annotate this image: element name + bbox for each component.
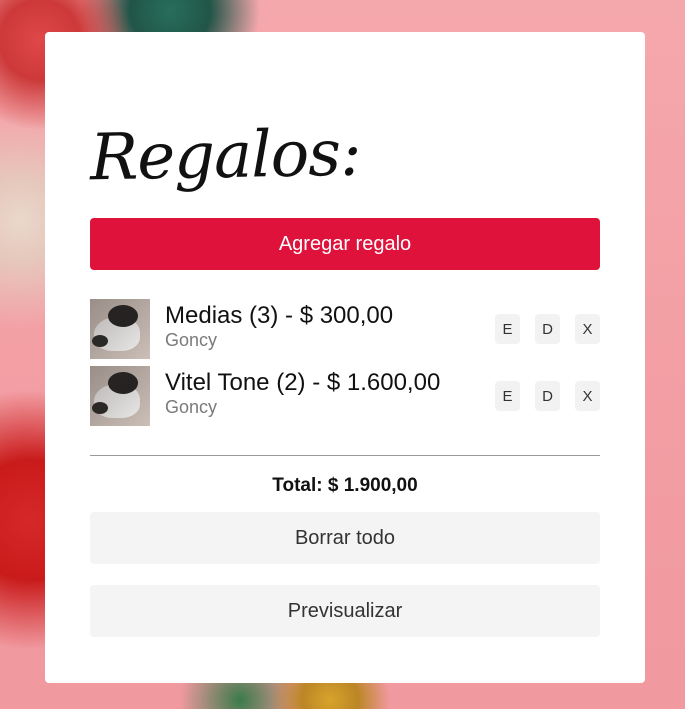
preview-button[interactable]: Previsualizar xyxy=(90,585,600,637)
gift-thumbnail xyxy=(90,366,150,426)
edit-button[interactable]: E xyxy=(495,314,520,344)
divider xyxy=(90,455,600,456)
gift-recipient: Goncy xyxy=(165,397,218,417)
list-item: Vitel Tone (2) - $ 1.600,00 Goncy E D X xyxy=(90,366,600,426)
total-label: Total: $ 1.900,00 xyxy=(272,475,418,496)
gifts-card: Regalos: Agregar regalo Medias (3) - $ 3… xyxy=(45,32,645,683)
add-gift-button[interactable]: Agregar regalo xyxy=(90,218,600,270)
gift-name: Medias (3) - $ 300,00 xyxy=(165,302,394,329)
page-title: Regalos: xyxy=(89,116,362,196)
duplicate-button[interactable]: D xyxy=(535,314,560,344)
gift-thumbnail xyxy=(90,299,150,359)
clear-all-button[interactable]: Borrar todo xyxy=(90,512,600,564)
gift-list: Medias (3) - $ 300,00 Goncy E D X Vitel … xyxy=(90,299,600,433)
delete-button[interactable]: X xyxy=(575,381,600,411)
list-item: Medias (3) - $ 300,00 Goncy E D X xyxy=(90,299,600,359)
edit-button[interactable]: E xyxy=(495,381,520,411)
gift-name: Vitel Tone (2) - $ 1.600,00 xyxy=(165,369,441,396)
gift-actions: E D X xyxy=(495,314,600,344)
gift-recipient: Goncy xyxy=(165,330,218,350)
delete-button[interactable]: X xyxy=(575,314,600,344)
gift-actions: E D X xyxy=(495,381,600,411)
duplicate-button[interactable]: D xyxy=(535,381,560,411)
